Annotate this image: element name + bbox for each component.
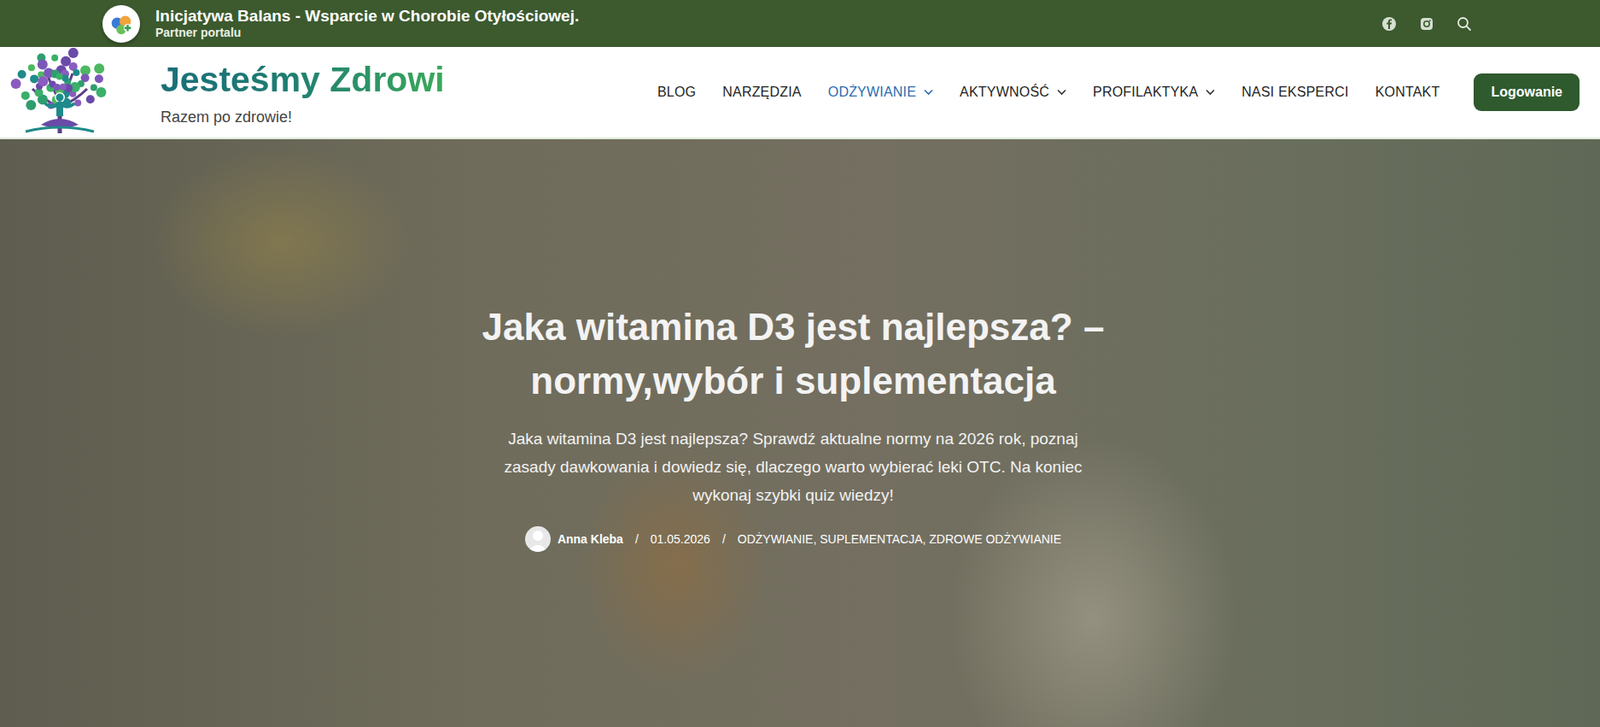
search-icon[interactable] [1456, 16, 1472, 32]
nav-item[interactable]: NARZĘDZIA [722, 84, 801, 100]
nav-label[interactable]: BLOG [657, 84, 696, 100]
nav-item[interactable]: KONTAKT [1375, 84, 1441, 100]
nav-label[interactable]: NARZĘDZIA [722, 84, 801, 100]
article-description: Jaka witamina D3 jest najlepsza? Sprawdź… [485, 424, 1101, 509]
partner-text: Inicjatywa Balans - Wsparcie w Chorobie … [155, 6, 579, 41]
title-line: normy,wybór i suplementacja [482, 353, 1105, 408]
hero-content: Jaka witamina D3 jest najlepsza? –normy,… [0, 139, 1600, 552]
author-name[interactable]: Anna Kleba [557, 531, 624, 546]
partner-logo-icon [107, 10, 135, 38]
social-icons [1381, 16, 1472, 32]
nav-item[interactable]: AKTYWNOŚĆ [959, 84, 1067, 100]
nav-label[interactable]: NASI EKSPERCI [1241, 84, 1349, 100]
article-title: Jaka witamina D3 jest najlepsza? –normy,… [482, 299, 1105, 408]
title-line: Jaka witamina D3 jest najlepsza? – [482, 299, 1105, 354]
categories[interactable]: ODŻYWIANIE, SUPLEMENTACJA, ZDROWE ODŻYWI… [737, 531, 1062, 546]
brand: Jesteśmy Zdrowi Razem po zdrowie! [160, 58, 445, 127]
instagram-icon[interactable] [1418, 16, 1435, 32]
partner-title[interactable]: Inicjatywa Balans - Wsparcie w Chorobie … [155, 6, 579, 26]
publish-date: 01.05.2026 [650, 531, 711, 546]
chevron-down-icon[interactable] [1056, 88, 1067, 96]
facebook-icon[interactable] [1381, 16, 1397, 32]
nav-item[interactable]: PROFILAKTYKA [1092, 84, 1215, 100]
hero-banner: Jaka witamina D3 jest najlepsza? –normy,… [0, 139, 1600, 727]
meta-separator: / [635, 531, 639, 546]
meta-separator: / [722, 531, 726, 546]
nav-label[interactable]: ODŻYWIANIE [828, 84, 917, 100]
site-name[interactable]: Jesteśmy Zdrowi [160, 58, 445, 100]
article-meta: Anna Kleba / 01.05.2026 / ODŻYWIANIE, SUPLEM… [525, 525, 1062, 552]
nav-item[interactable]: BLOG [657, 84, 696, 100]
chevron-down-icon[interactable] [923, 88, 934, 96]
partner-bar: Inicjatywa Balans - Wsparcie w Chorobie … [0, 0, 1600, 47]
login-button[interactable]: Logowanie [1473, 73, 1580, 111]
nav-label[interactable]: KONTAKT [1375, 84, 1441, 100]
site-header: Jesteśmy Zdrowi Razem po zdrowie! BLOG NARZ… [0, 46, 1600, 140]
logo-icon[interactable] [6, 47, 113, 137]
nav-item[interactable]: ODŻYWIANIE [828, 84, 934, 100]
chevron-down-icon[interactable] [1205, 88, 1215, 96]
nav-label[interactable]: AKTYWNOŚĆ [959, 84, 1050, 100]
author-avatar[interactable] [525, 525, 551, 552]
nav-item[interactable]: NASI EKSPERCI [1241, 84, 1349, 100]
user-icon [525, 525, 551, 552]
main-nav: BLOG NARZĘDZIA ODŻYWIANIE AKTYWNOŚĆ PROFILAK… [657, 84, 1440, 100]
site-tagline: Razem po zdrowie! [160, 108, 445, 127]
partner-logo[interactable] [102, 5, 141, 43]
nav-label[interactable]: PROFILAKTYKA [1092, 84, 1198, 100]
partner-subtitle: Partner portalu [155, 25, 579, 41]
